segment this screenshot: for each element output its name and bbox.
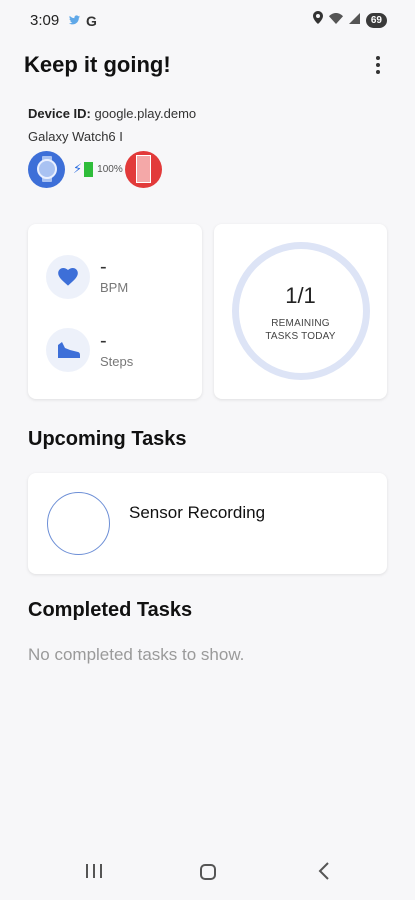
steps-value: -: [100, 330, 107, 352]
device-id: Device ID: google.play.demo: [28, 106, 196, 121]
wifi-icon: [328, 11, 343, 29]
home-icon[interactable]: [200, 864, 216, 880]
progress-label-line2: TASKS TODAY: [265, 331, 336, 342]
twitter-icon: [69, 12, 80, 30]
device-id-value: google.play.demo: [94, 106, 197, 121]
task-name: Sensor Recording: [129, 503, 266, 522]
heart-icon: [46, 255, 90, 299]
location-icon: [312, 11, 323, 29]
signal-icon: [348, 11, 360, 29]
progress-label: REMAINING TASKS TODAY: [214, 317, 387, 343]
completed-tasks-title: Completed Tasks: [28, 599, 193, 621]
task-card-sensor-recording[interactable]: Sensor Recording: [28, 473, 387, 574]
progress-label-line1: REMAINING: [271, 318, 330, 329]
completed-empty-text: No completed tasks to show.: [28, 645, 245, 664]
task-status-circle[interactable]: [47, 492, 110, 555]
upcoming-tasks-title: Upcoming Tasks: [28, 428, 187, 450]
back-icon[interactable]: [318, 861, 330, 886]
progress-ring: [232, 242, 370, 380]
shoe-icon: [46, 328, 90, 372]
recents-icon[interactable]: [86, 864, 102, 878]
health-stats-card: - BPM - Steps: [28, 224, 202, 399]
tasks-progress-card: 1/1 REMAINING TASKS TODAY: [214, 224, 387, 399]
status-bar: 3:09 G 69: [0, 0, 415, 40]
status-time: 3:09: [30, 12, 60, 29]
heart-rate-value: -: [100, 256, 107, 278]
charging-bolt-icon: ⚡: [73, 161, 83, 176]
steps-unit: Steps: [100, 354, 134, 369]
progress-value: 1/1: [285, 283, 316, 308]
watch-icon[interactable]: [28, 150, 65, 188]
heart-rate-unit: BPM: [100, 280, 129, 295]
page-title: Keep it going!: [24, 52, 171, 77]
system-nav-bar: [0, 840, 415, 900]
device-id-label: Device ID:: [28, 106, 91, 121]
device-status-row: ⚡ 100%: [28, 150, 162, 188]
status-right-icons: 69: [312, 11, 387, 29]
device-name: Galaxy Watch6 I: [28, 129, 123, 144]
more-vertical-icon[interactable]: [368, 52, 388, 78]
google-icon: G: [86, 13, 97, 29]
battery-level-bar: [84, 161, 94, 177]
device-battery-text: 100%: [97, 163, 123, 175]
phone-alert-icon[interactable]: [124, 150, 162, 188]
status-left-icons: G: [69, 12, 97, 30]
battery-indicator: 69: [365, 12, 387, 28]
